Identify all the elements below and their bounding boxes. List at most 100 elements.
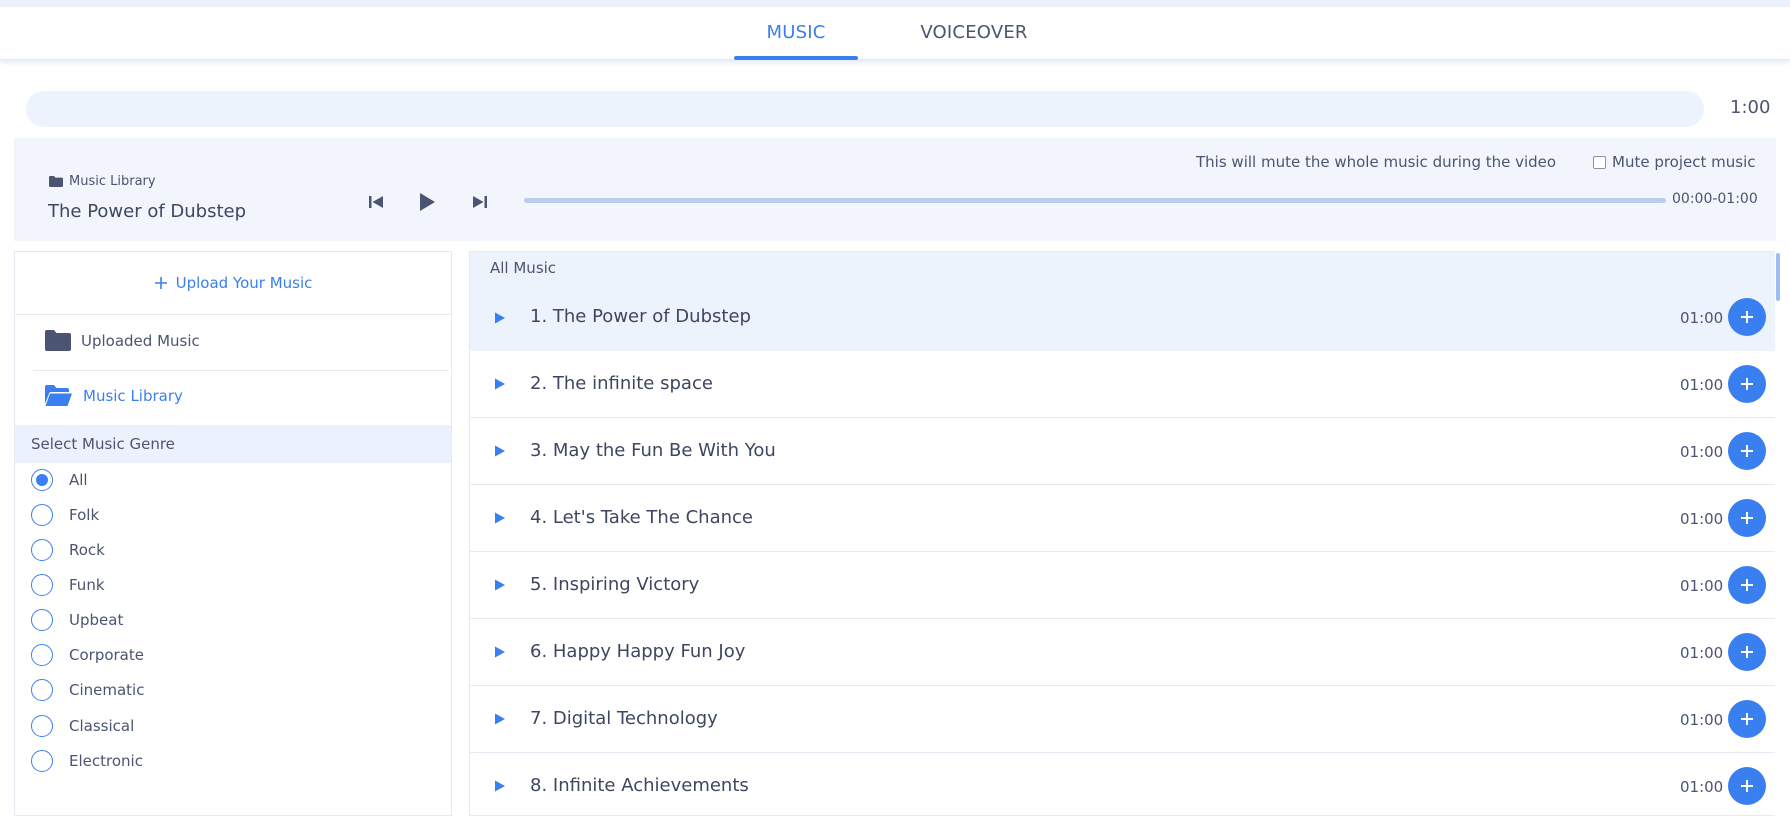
track-play-button[interactable] <box>490 619 510 685</box>
add-track-button[interactable] <box>1728 298 1766 336</box>
track-row[interactable]: 6. Happy Happy Fun Joy 01:00 <box>470 619 1775 686</box>
play-icon <box>495 512 505 524</box>
genre-radio-funk[interactable]: Funk <box>31 573 105 597</box>
genre-label: Cinematic <box>69 681 145 699</box>
all-music-label: All Music <box>490 259 557 277</box>
radio-selected-dot <box>36 474 48 486</box>
add-track-button[interactable] <box>1728 365 1766 403</box>
add-track-button[interactable] <box>1728 633 1766 671</box>
folder-music-library[interactable]: Music Library <box>45 385 183 406</box>
track-title: 7. Digital Technology <box>530 708 718 729</box>
track-play-button[interactable] <box>490 686 510 752</box>
plus-icon <box>1741 512 1753 524</box>
top-strip <box>0 0 1790 7</box>
track-row[interactable]: All Music 1. The Power of Dubstep 01:00 <box>470 252 1775 351</box>
genre-radio-rock[interactable]: Rock <box>31 538 105 562</box>
next-track-button[interactable] <box>465 187 495 217</box>
track-row[interactable]: 5. Inspiring Victory 01:00 <box>470 552 1775 619</box>
track-play-button[interactable] <box>490 351 510 417</box>
mute-project-music-checkbox[interactable]: Mute project music <box>1593 153 1756 171</box>
mute-note: This will mute the whole music during th… <box>1196 153 1557 171</box>
music-player: Music Library The Power of Dubstep 00:00… <box>14 138 1776 241</box>
track-duration: 01:00 <box>1680 711 1724 729</box>
track-row[interactable]: 7. Digital Technology 01:00 <box>470 686 1775 753</box>
track-title: 6. Happy Happy Fun Joy <box>530 641 746 662</box>
upload-music-button[interactable]: Upload Your Music <box>15 252 451 315</box>
radio-button[interactable] <box>31 679 53 701</box>
add-track-button[interactable] <box>1728 566 1766 604</box>
track-play-button[interactable] <box>490 485 510 551</box>
play-icon <box>495 780 505 792</box>
genre-label: Rock <box>69 541 105 559</box>
plus-icon <box>1741 378 1753 390</box>
track-title: 4. Let's Take The Chance <box>530 507 753 528</box>
play-button[interactable] <box>412 187 442 217</box>
track-row[interactable]: 4. Let's Take The Chance 01:00 <box>470 485 1775 552</box>
track-row[interactable]: 3. May the Fun Be With You 01:00 <box>470 418 1775 485</box>
add-track-button[interactable] <box>1728 432 1766 470</box>
play-icon <box>495 646 505 658</box>
track-play-button[interactable] <box>490 284 510 351</box>
track-duration: 01:00 <box>1680 577 1724 595</box>
tab-music-label: MUSIC <box>766 22 826 43</box>
genre-header: Select Music Genre <box>15 425 451 463</box>
genre-radio-corporate[interactable]: Corporate <box>31 643 144 667</box>
tabs-bar: MUSIC VOICEOVER <box>0 7 1790 60</box>
folder-uploaded-music[interactable]: Uploaded Music <box>45 330 200 351</box>
radio-button[interactable] <box>31 750 53 772</box>
radio-button[interactable] <box>31 469 53 491</box>
skip-previous-icon <box>369 196 383 208</box>
genre-label: Funk <box>69 576 105 594</box>
genre-radio-electronic[interactable]: Electronic <box>31 749 143 773</box>
play-icon <box>495 713 505 725</box>
track-row[interactable]: 2. The infinite space 01:00 <box>470 351 1775 418</box>
radio-button[interactable] <box>31 574 53 596</box>
genre-label: Corporate <box>69 646 144 664</box>
track-play-button[interactable] <box>490 753 510 815</box>
track-play-button[interactable] <box>490 418 510 484</box>
scrollbar-thumb[interactable] <box>1776 253 1780 301</box>
radio-button[interactable] <box>31 504 53 526</box>
project-timeline-bar[interactable] <box>26 91 1704 127</box>
genre-radio-cinematic[interactable]: Cinematic <box>31 678 144 702</box>
now-playing-title: The Power of Dubstep <box>48 201 247 222</box>
radio-button[interactable] <box>31 644 53 666</box>
genre-radio-classical[interactable]: Classical <box>31 714 134 738</box>
player-library-text: Music Library <box>69 174 156 189</box>
playback-time-range: 00:00-01:00 <box>1672 191 1758 207</box>
library-sidebar: Upload Your Music Uploaded Music Music L… <box>14 251 452 816</box>
folder-open-icon <box>45 385 72 406</box>
plus-icon <box>1741 445 1753 457</box>
mute-checkbox-label: Mute project music <box>1612 153 1756 171</box>
genre-radio-upbeat[interactable]: Upbeat <box>31 608 123 632</box>
track-row[interactable]: 8. Infinite Achievements 01:00 <box>470 753 1775 815</box>
genre-label: Classical <box>69 717 135 735</box>
track-title: 3. May the Fun Be With You <box>530 440 776 461</box>
music-list: All Music 1. The Power of Dubstep 01:00 … <box>469 251 1775 816</box>
genre-radio-folk[interactable]: Folk <box>31 503 99 527</box>
playback-progress-bar[interactable] <box>524 198 1666 203</box>
add-track-button[interactable] <box>1728 499 1766 537</box>
track-duration: 01:00 <box>1680 644 1724 662</box>
upload-music-label: Upload Your Music <box>175 274 313 292</box>
music-list-scrollbar[interactable] <box>1775 251 1781 816</box>
plus-icon <box>1741 646 1753 658</box>
tab-active-indicator <box>734 56 858 60</box>
mute-checkbox-box[interactable] <box>1593 155 1606 169</box>
radio-button[interactable] <box>31 609 53 631</box>
track-play-button[interactable] <box>490 552 510 618</box>
plus-icon <box>1741 780 1753 792</box>
tab-voiceover[interactable]: VOICEOVER <box>910 7 1038 60</box>
add-track-button[interactable] <box>1728 700 1766 738</box>
tab-music[interactable]: MUSIC <box>734 7 858 60</box>
track-title: 5. Inspiring Victory <box>530 574 700 595</box>
play-icon <box>495 445 505 457</box>
add-track-button[interactable] <box>1728 767 1766 805</box>
play-icon <box>495 378 505 390</box>
genre-radio-all[interactable]: All <box>31 468 88 492</box>
track-title: 8. Infinite Achievements <box>530 775 749 796</box>
radio-button[interactable] <box>31 715 53 737</box>
previous-track-button[interactable] <box>361 187 391 217</box>
radio-button[interactable] <box>31 539 53 561</box>
track-title: 2. The infinite space <box>530 373 713 394</box>
